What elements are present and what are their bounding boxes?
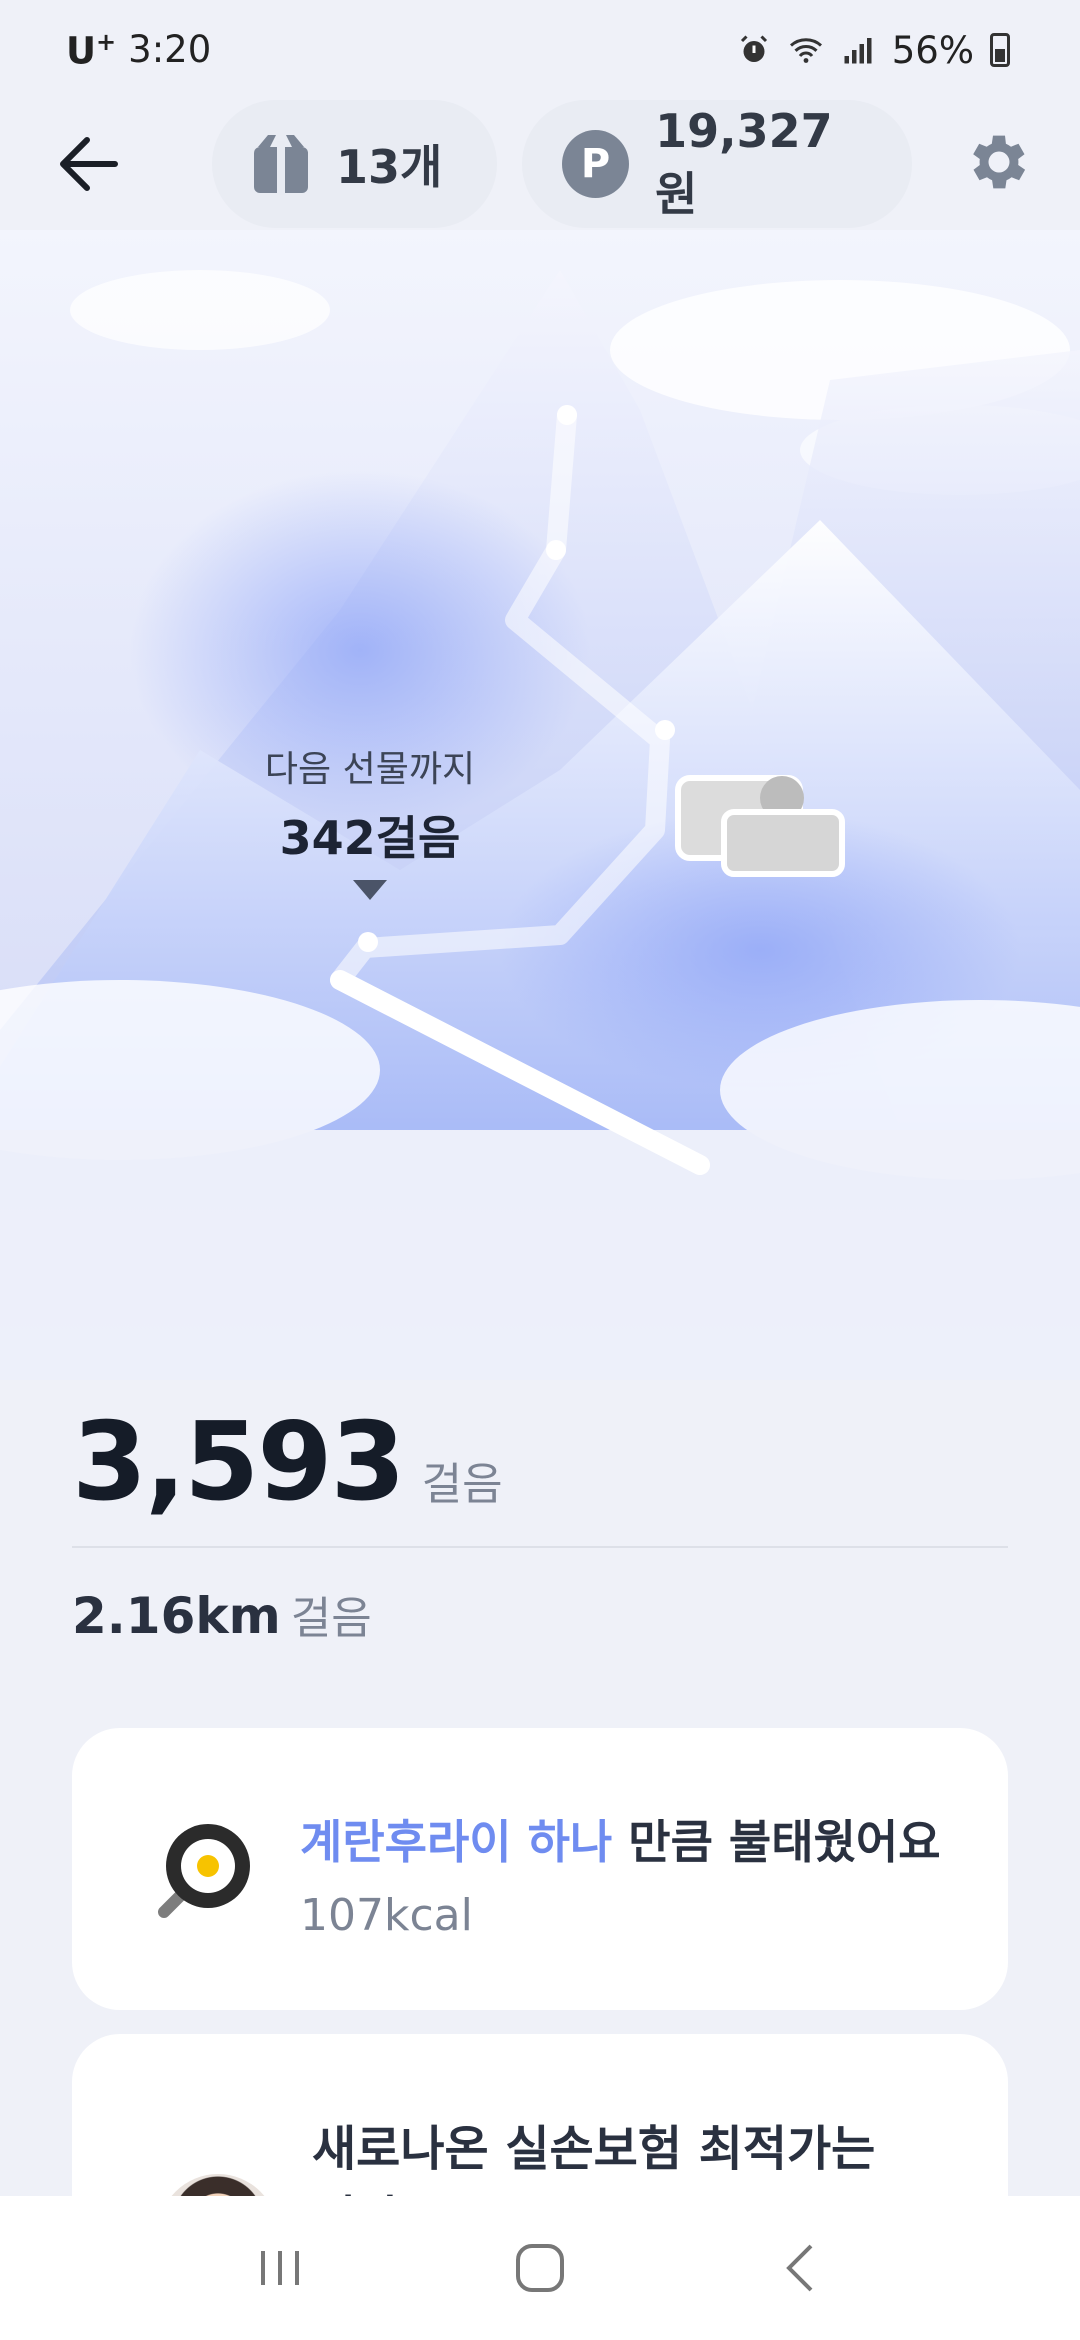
caret-down-icon: [353, 880, 387, 900]
point-icon: P: [562, 130, 630, 198]
gift-count-button[interactable]: 13개: [212, 100, 497, 228]
wifi-icon: [789, 38, 822, 63]
home-icon: [516, 2244, 564, 2292]
calorie-highlight: 계란후라이 하나: [300, 1815, 613, 1869]
divider: [72, 1546, 1008, 1548]
step-unit: 걸음: [421, 1459, 503, 1510]
recent-apps-button[interactable]: [240, 2228, 320, 2308]
arrow-left-icon: [60, 137, 118, 191]
calorie-text: 계란후라이 하나 만큼 불태웠어요 107kcal: [300, 1806, 941, 1941]
settings-button[interactable]: [960, 126, 1032, 198]
status-bar: U+ 3:20 56%: [0, 0, 1080, 100]
points-button[interactable]: P 19,327원: [522, 100, 912, 228]
navigation-bar: [0, 2196, 1080, 2340]
status-time: 3:20: [128, 28, 212, 72]
mountain-scene: [0, 270, 1080, 1380]
distance-summary: 2.16km 걸음: [72, 1582, 372, 1646]
next-gift-callout: 다음 선물까지 342걸음: [220, 740, 520, 900]
status-left: U+ 3:20: [66, 28, 211, 72]
carrier-label: U+: [66, 27, 117, 73]
calorie-title: 계란후라이 하나 만큼 불태웠어요: [300, 1806, 941, 1872]
next-gift-label: 다음 선물까지: [264, 749, 476, 790]
next-gift-steps: 342걸음: [279, 811, 461, 865]
calorie-value: 107kcal: [300, 1890, 473, 1941]
home-button[interactable]: [500, 2228, 580, 2308]
points-value: 19,327원: [655, 104, 833, 221]
signal-icon: [844, 38, 872, 64]
mountain-illustration: 다음 선물까지 342걸음: [0, 230, 1080, 1380]
header: 13개 P 19,327원: [0, 96, 1080, 230]
distance-unit: 걸음: [290, 1593, 372, 1644]
status-right: 56%: [736, 29, 1010, 72]
battery-icon: [990, 33, 1010, 67]
gift-icon: [254, 135, 308, 195]
chevron-left-icon: [786, 2244, 813, 2292]
battery-percent: 56%: [891, 28, 974, 72]
distance-value: 2.16km: [72, 1587, 281, 1645]
back-button[interactable]: [50, 126, 126, 202]
step-count-summary: 3,593 걸음: [72, 1400, 503, 1525]
recent-apps-icon: [261, 2251, 299, 2285]
alarm-icon: [740, 35, 767, 62]
gear-icon: [973, 135, 1026, 189]
system-back-button[interactable]: [760, 2228, 840, 2308]
frying-pan-icon: [158, 1824, 250, 1918]
step-count: 3,593: [72, 1400, 406, 1525]
calorie-card[interactable]: 계란후라이 하나 만큼 불태웠어요 107kcal: [72, 1728, 1008, 2010]
calorie-title-rest: 만큼 불태웠어요: [612, 1815, 941, 1869]
gift-count: 13개: [336, 140, 443, 194]
